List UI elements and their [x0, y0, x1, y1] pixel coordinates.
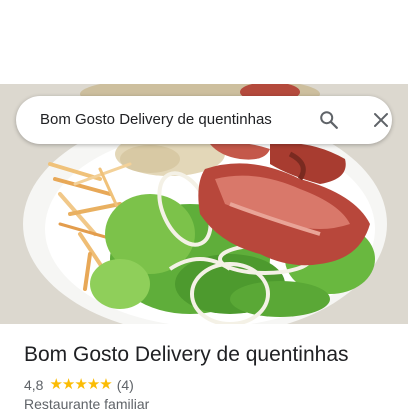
search-input[interactable]: Bom Gosto Delivery de quentinhas — [40, 96, 272, 144]
rating-row[interactable]: 4,8 ★ ★ ★ ★ ★ (4) — [24, 376, 134, 394]
star-icon: ★ — [99, 376, 112, 393]
star-rating: ★ ★ ★ ★ ★ — [49, 376, 112, 394]
rating-value: 4,8 — [24, 377, 44, 393]
top-blank-area — [0, 0, 408, 84]
star-icon: ★ — [74, 376, 87, 393]
search-bar: Bom Gosto Delivery de quentinhas — [16, 96, 392, 144]
review-count[interactable]: (4) — [117, 377, 134, 393]
star-icon: ★ — [49, 376, 62, 393]
star-icon: ★ — [61, 376, 75, 393]
star-icon: ★ — [86, 376, 100, 393]
place-info-panel[interactable]: Bom Gosto Delivery de quentinhas 4,8 ★ ★… — [0, 324, 408, 412]
clear-search-button[interactable] — [364, 104, 398, 136]
search-button[interactable] — [312, 104, 346, 136]
close-icon — [374, 113, 388, 127]
search-icon — [320, 111, 338, 129]
place-title: Bom Gosto Delivery de quentinhas — [24, 343, 349, 366]
place-category: Restaurante familiar — [24, 396, 150, 412]
